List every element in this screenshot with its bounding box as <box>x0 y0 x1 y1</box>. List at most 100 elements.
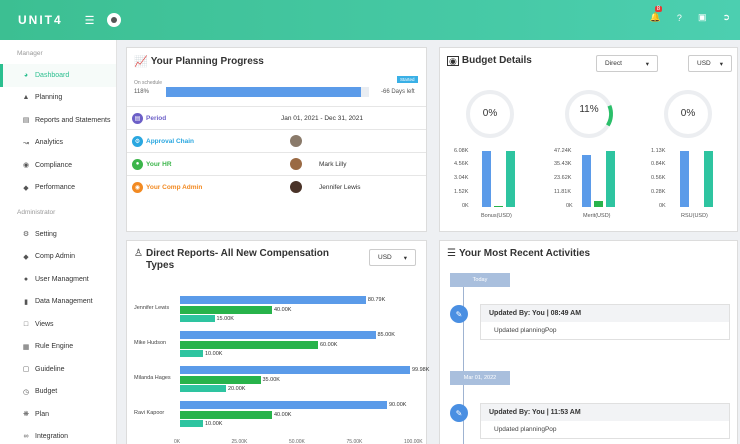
top-bar: UNIT4 ☰ 🔔 8 ? ▣ ➲ <box>0 0 740 40</box>
chart-bar[interactable] <box>180 350 203 357</box>
notification-badge: 8 <box>654 6 663 12</box>
sidebar-item-budget[interactable]: ◷ Budget <box>0 381 116 404</box>
window-icon[interactable]: ▣ <box>698 12 707 23</box>
sidebar-item-compliance[interactable]: ◉ Compliance <box>0 154 116 177</box>
timeline-line <box>463 287 464 371</box>
user-avatar[interactable] <box>106 13 121 27</box>
chart-bar[interactable] <box>180 296 366 304</box>
sidebar-item-user-managment[interactable]: ● User Managment <box>0 268 116 291</box>
bonus-spent-bar <box>494 206 503 207</box>
budget-type-select[interactable]: Direct ▾ <box>596 55 658 72</box>
clock-icon: ◷ <box>22 388 30 396</box>
eye-icon: ◉ <box>22 162 30 170</box>
x-tick-label: 75.00K <box>346 439 363 444</box>
budget-donut-rsu-label: 0% <box>680 108 696 119</box>
sidebar-item-label: Compliance <box>35 161 72 169</box>
app-logo: UNIT4 <box>18 13 63 27</box>
category-label: Mike Hudson <box>134 340 167 346</box>
sidebar-item-label: Performance <box>35 184 76 192</box>
chart-bar[interactable] <box>180 420 203 427</box>
rsu-budget-bar <box>680 151 689 207</box>
square-icon: ▢ <box>22 366 30 374</box>
chart-bar[interactable] <box>180 315 215 322</box>
merit-budget-bar <box>582 155 591 207</box>
sidebar-item-integration[interactable]: ∞ Integration <box>0 426 116 444</box>
sidebar-item-label: Comp Admin <box>35 253 76 261</box>
data-label: 10.00K <box>205 421 223 427</box>
sidebar-item-label: Data Management <box>35 298 93 306</box>
chart-bar[interactable] <box>180 366 410 374</box>
chart-bar[interactable] <box>180 306 272 314</box>
chart-bar[interactable] <box>180 376 261 384</box>
comp-admin-name: Jennifer Lewis <box>319 183 361 191</box>
data-label: 20.00K <box>228 386 246 392</box>
sidebar-item-planning[interactable]: ▲ Planning <box>0 87 116 110</box>
sidebar-item-label: Guideline <box>35 365 65 373</box>
days-left: -66 Days left <box>381 89 415 95</box>
sidebar-item-analytics[interactable]: ↝ Analytics <box>0 132 116 155</box>
chart-bar[interactable] <box>180 331 376 339</box>
progress-bar-track <box>361 87 369 97</box>
category-label: Milanda Hages <box>134 375 171 381</box>
help-icon[interactable]: ? <box>677 13 682 23</box>
sidebar-item-label: Analytics <box>35 139 64 147</box>
recent-activities-card: ☰ Your Most Recent Activities Today ✎ Up… <box>439 240 738 444</box>
sidebar-item-views[interactable]: □ Views <box>0 313 116 336</box>
activities-header: ☰ Your Most Recent Activities <box>447 248 590 259</box>
approval-chain-row[interactable]: ⚙ Approval Chain <box>127 129 426 152</box>
edit-icon[interactable]: ✎ <box>450 404 468 422</box>
chart-bar[interactable] <box>180 401 387 409</box>
started-badge: Started <box>397 76 418 83</box>
sidebar-item-rule-engine[interactable]: ▦ Rule Engine <box>0 336 116 359</box>
your-hr-label: Your HR <box>146 160 172 168</box>
sidebar-item-comp-admin[interactable]: ◆ Comp Admin <box>0 246 116 269</box>
sidebar-item-label: Rule Engine <box>35 343 74 351</box>
hr-avatar <box>290 158 302 170</box>
data-label: 90.00K <box>389 402 407 408</box>
chart-bar[interactable] <box>180 411 272 419</box>
today-label: Today <box>450 273 510 287</box>
date-label: Mar 01, 2022 <box>450 371 510 385</box>
sidebar-item-label: Views <box>35 320 54 328</box>
data-label: 15.00K <box>216 316 234 322</box>
rsu-tick: 0K <box>659 203 666 209</box>
rsu-remaining-bar <box>704 151 713 207</box>
chart-bar[interactable] <box>180 341 318 349</box>
folder-icon: □ <box>23 320 29 328</box>
period-value: Jan 01, 2021 - Dec 31, 2021 <box>281 114 364 122</box>
table-icon: ▦ <box>22 343 30 351</box>
sidebar-item-reports[interactable]: ▤ Reports and Statements <box>0 109 116 132</box>
rsu-chart-label: RSU(USD) <box>681 213 708 219</box>
sidebar-item-performance[interactable]: ◆ Performance <box>0 177 116 200</box>
budget-currency-select[interactable]: USD ▾ <box>688 55 732 72</box>
list-icon: ☰ <box>447 248 456 259</box>
chart-bar[interactable] <box>180 385 226 392</box>
sidebar-item-plan[interactable]: ❋ Plan <box>0 403 116 426</box>
data-label: 10.00K <box>205 351 223 357</box>
bell-icon[interactable]: 🔔 8 <box>650 6 663 23</box>
planning-title: Your Planning Progress <box>150 56 264 67</box>
merit-tick: 0K <box>566 203 573 209</box>
x-tick-label: 50.00K <box>289 439 305 444</box>
link-icon: ∞ <box>23 433 29 441</box>
data-label: 35.00K <box>262 377 280 383</box>
planning-header: 📈 Your Planning Progress <box>134 55 264 68</box>
merit-remaining-bar <box>606 151 615 207</box>
sidebar-section-manager: Manager <box>17 50 43 57</box>
merit-tick: 23.62K <box>554 175 572 181</box>
rsu-tick: 1.13K <box>651 148 666 154</box>
merit-spent-bar <box>594 201 603 207</box>
speedometer-icon: ◕ <box>23 71 29 79</box>
merit-tick: 47.24K <box>554 148 572 154</box>
direct-reports-card: ♙ Direct Reports- All New Compensation T… <box>126 240 429 444</box>
sidebar-section-admin: Administrator <box>17 209 56 216</box>
approval-icon: ⚙ <box>132 135 143 147</box>
hamburger-icon[interactable]: ☰ <box>85 14 95 27</box>
sidebar-item-guideline[interactable]: ▢ Guideline <box>0 358 116 381</box>
logout-icon[interactable]: ➲ <box>722 12 730 23</box>
sidebar-item-setting[interactable]: ⚙ Setting <box>0 223 116 246</box>
edit-icon[interactable]: ✎ <box>450 305 468 323</box>
bar-chart-icon: ▤ <box>22 117 30 125</box>
sidebar-item-dashboard[interactable]: ◕ Dashboard <box>0 64 116 87</box>
sidebar-item-data-management[interactable]: ▮ Data Management <box>0 291 116 314</box>
